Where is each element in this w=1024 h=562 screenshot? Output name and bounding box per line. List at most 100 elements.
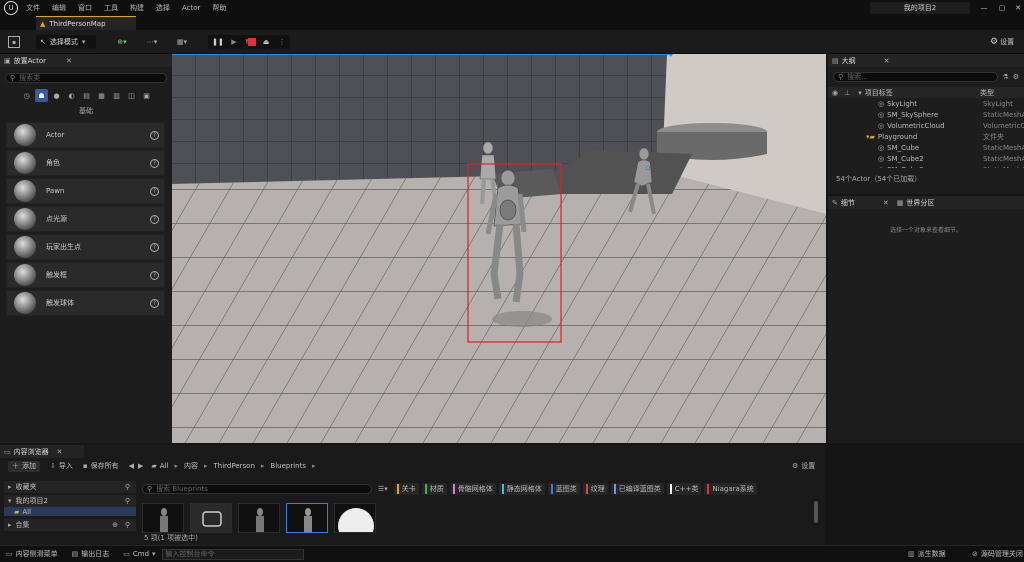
filter-icon[interactable]: ☰▾: [378, 485, 388, 493]
filter-chip[interactable]: C++类: [666, 483, 702, 495]
source-control-button[interactable]: ⊘ 源码管理关闭: [972, 549, 1023, 559]
asset-thumbnail-selected[interactable]: [286, 503, 328, 533]
visual-effects-icon[interactable]: ▦: [95, 89, 108, 102]
blueprints-icon[interactable]: ⋯▾: [142, 36, 162, 48]
menu-item[interactable]: Actor: [182, 4, 200, 12]
level-viewport[interactable]: [172, 54, 826, 443]
place-actor-item[interactable]: 触发框?: [6, 262, 165, 288]
close-tab-icon[interactable]: ✕: [57, 448, 63, 456]
filter-chip[interactable]: 静态网格体: [498, 483, 545, 495]
filter-chip[interactable]: 蓝图类: [547, 483, 580, 495]
all-folder-row[interactable]: ▰ All: [4, 507, 136, 516]
search-icon[interactable]: ⚲: [125, 497, 130, 505]
outliner-row[interactable]: ◎SM_SkySphere StaticMeshAc: [828, 109, 1024, 120]
place-actor-item[interactable]: 玩家出生点?: [6, 234, 165, 260]
asset-scrollbar[interactable]: [814, 501, 818, 523]
column-type[interactable]: 类型: [980, 88, 994, 98]
map-tab[interactable]: ▲ ThirdPersonMap: [36, 16, 136, 30]
help-icon[interactable]: ?: [150, 130, 159, 140]
place-actor-item[interactable]: Actor?: [6, 122, 165, 148]
filter-chip[interactable]: 关卡: [393, 483, 419, 495]
breadcrumb-item[interactable]: All: [160, 462, 169, 470]
content-settings-button[interactable]: ⚙ 设置: [792, 461, 815, 471]
history-back-icon[interactable]: ◀: [129, 462, 134, 470]
outliner-row[interactable]: ▾▰ Playground 文件夹: [828, 131, 1024, 142]
menu-item[interactable]: 编辑: [52, 3, 66, 13]
search-icon[interactable]: ⚲: [125, 521, 130, 529]
menu-item[interactable]: 工具: [104, 3, 118, 13]
world-partition-tab[interactable]: 世界分区: [906, 198, 934, 208]
filter-chip[interactable]: 材质: [421, 483, 447, 495]
cinematic-icon[interactable]: ▤: [80, 89, 93, 102]
close-tab-icon[interactable]: ✕: [883, 199, 889, 207]
asset-thumbnail[interactable]: [190, 503, 232, 533]
outliner-row[interactable]: ◎VolumetricCloud VolumetricClo: [828, 120, 1024, 131]
outliner-search-input[interactable]: ⚲ 搜索...: [833, 72, 999, 82]
stop-icon[interactable]: [248, 38, 256, 46]
console-input[interactable]: 输入控制台命令: [161, 548, 304, 560]
save-all-button[interactable]: 保存所有: [91, 461, 119, 471]
asset-thumbnail[interactable]: [334, 503, 376, 533]
filter-chip[interactable]: 纹理: [582, 483, 608, 495]
column-label[interactable]: 项目标签: [865, 88, 893, 98]
content-drawer-button[interactable]: ▭ 内容侧滑菜单: [6, 549, 58, 559]
favorites-section[interactable]: ▸ 收藏夹 ⚲: [4, 481, 136, 493]
save-icon[interactable]: ▪: [8, 36, 20, 48]
maximize-icon[interactable]: ▢: [996, 2, 1008, 14]
pause-icon[interactable]: ❚❚: [212, 36, 224, 48]
basic-icon[interactable]: ☗: [35, 89, 48, 102]
cinematics-icon[interactable]: ▦▾: [172, 36, 192, 48]
collections-section[interactable]: ▸ 合集 ⊕ ⚲: [4, 519, 136, 531]
menu-item[interactable]: 文件: [26, 3, 40, 13]
breadcrumb-item[interactable]: Blueprints: [270, 462, 306, 470]
geometry-icon[interactable]: ◫: [125, 89, 138, 102]
asset-search-input[interactable]: ⚲ 搜索 Blueprints: [142, 484, 372, 494]
filter-chip[interactable]: Niagara系统: [704, 483, 757, 495]
project-section[interactable]: ▾ 我的项目2 ⚲: [4, 495, 136, 507]
visibility-eye-icon[interactable]: ◉: [832, 89, 838, 97]
outliner-row[interactable]: ◎SM_Cube3 StaticMeshAc: [828, 164, 1024, 169]
settings-button[interactable]: ⚙ 设置: [990, 36, 1014, 48]
place-actor-item[interactable]: 角色?: [6, 150, 165, 176]
shapes-icon[interactable]: ◐: [65, 89, 78, 102]
asset-thumbnail[interactable]: [238, 503, 280, 533]
outliner-row[interactable]: ◎SM_Cube2 StaticMeshAc: [828, 153, 1024, 164]
mode-selector[interactable]: ↖ 选择模式 ▾: [36, 35, 96, 49]
place-actors-search-input[interactable]: ⚲ 搜索类: [5, 73, 167, 83]
eject-icon[interactable]: ⏏: [260, 36, 272, 48]
history-forward-icon[interactable]: ▶: [138, 462, 143, 470]
details-tab[interactable]: 细节: [841, 198, 855, 208]
breadcrumb-item[interactable]: ThirdPerson: [214, 462, 255, 470]
help-icon[interactable]: ?: [150, 270, 159, 280]
help-icon[interactable]: ?: [150, 298, 159, 308]
help-icon[interactable]: ?: [150, 242, 159, 252]
help-icon[interactable]: ?: [150, 186, 159, 196]
filter-chip[interactable]: 已编译蓝图类: [610, 483, 664, 495]
add-button[interactable]: ＋ 添加: [8, 460, 40, 472]
cmd-selector[interactable]: ▭ Cmd ▾: [123, 550, 155, 558]
close-tab-icon[interactable]: ✕: [884, 57, 890, 65]
lights-icon[interactable]: ●: [50, 89, 63, 102]
menu-item[interactable]: 窗口: [78, 3, 92, 13]
filter-chip[interactable]: 骨骼网格体: [449, 483, 496, 495]
gear-icon[interactable]: ⚙: [1013, 73, 1019, 81]
outliner-row[interactable]: ◎SM_Cube StaticMeshAc: [828, 142, 1024, 153]
all-classes-icon[interactable]: ▣: [140, 89, 153, 102]
menu-item[interactable]: 帮助: [212, 3, 226, 13]
outliner-row[interactable]: ◎ SkyLight SkyLight: [828, 98, 1024, 109]
more-options-icon[interactable]: ⋮: [276, 36, 288, 48]
breadcrumb-item[interactable]: 内容: [184, 461, 198, 471]
filter-icon[interactable]: ⚗: [1002, 73, 1008, 81]
derived-data-button[interactable]: ▥ 派生数据: [908, 549, 946, 559]
menu-item[interactable]: 构建: [130, 3, 144, 13]
asset-thumbnail[interactable]: [142, 503, 184, 533]
add-content-icon[interactable]: ⊕▾: [112, 36, 132, 48]
volumes-icon[interactable]: ▥: [110, 89, 123, 102]
minimize-icon[interactable]: —: [978, 2, 990, 14]
frame-skip-icon[interactable]: ▶: [228, 36, 240, 48]
pin-icon[interactable]: ⊥: [844, 89, 850, 97]
place-actor-item[interactable]: Pawn?: [6, 178, 165, 204]
import-button[interactable]: 导入: [59, 461, 73, 471]
add-collection-icon[interactable]: ⊕: [112, 521, 118, 529]
help-icon[interactable]: ?: [150, 158, 159, 168]
